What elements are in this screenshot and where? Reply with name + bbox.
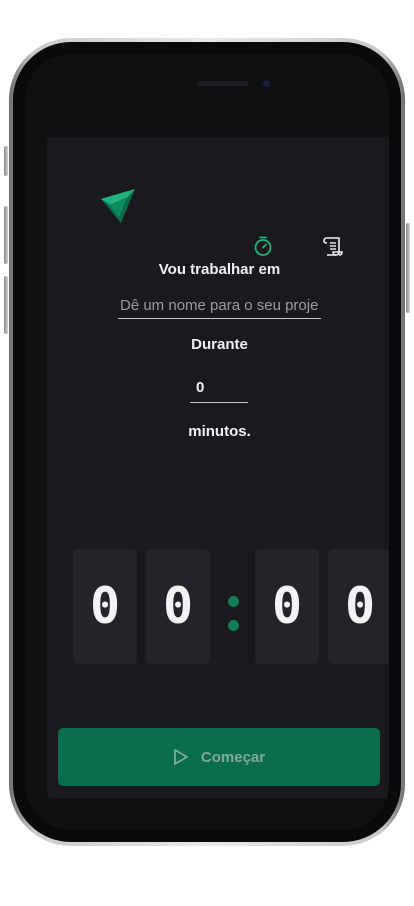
seconds-ones-digit: 0 (328, 549, 389, 664)
side-button-power (406, 223, 410, 313)
phone-frame: Vou trabalhar em Durante minutos. 0 0 0 … (4, 38, 410, 846)
side-button-volume-down (4, 276, 8, 334)
speaker-grille (197, 81, 249, 86)
colon-dot-bottom (228, 620, 239, 631)
task-name-input[interactable] (118, 295, 321, 319)
pomodoro-app-panel: Vou trabalhar em Durante minutos. 0 0 0 … (47, 137, 389, 798)
task-label: Vou trabalhar em (158, 261, 281, 278)
side-button-mute (4, 146, 8, 176)
seconds-tens-digit: 0 (255, 549, 319, 664)
scroll-history-icon[interactable] (322, 235, 344, 257)
stopwatch-icon[interactable] (252, 235, 274, 257)
minutes-ones-digit: 0 (146, 549, 210, 664)
minutes-tens-digit: 0 (73, 549, 137, 664)
side-button-volume-up (4, 206, 8, 264)
front-camera (263, 80, 270, 87)
duration-label: Durante (191, 336, 248, 353)
start-button[interactable]: Começar (58, 728, 380, 786)
phone-bezel: Vou trabalhar em Durante minutos. 0 0 0 … (13, 42, 401, 842)
phone-screen: Vou trabalhar em Durante minutos. 0 0 0 … (25, 54, 389, 830)
minutes-suffix-label: minutos. (188, 423, 251, 440)
triangle-logo-icon[interactable] (99, 187, 137, 225)
start-button-label: Começar (200, 748, 266, 766)
minutes-input[interactable] (190, 375, 248, 403)
play-icon (173, 749, 188, 765)
colon-dot-top (228, 596, 239, 607)
